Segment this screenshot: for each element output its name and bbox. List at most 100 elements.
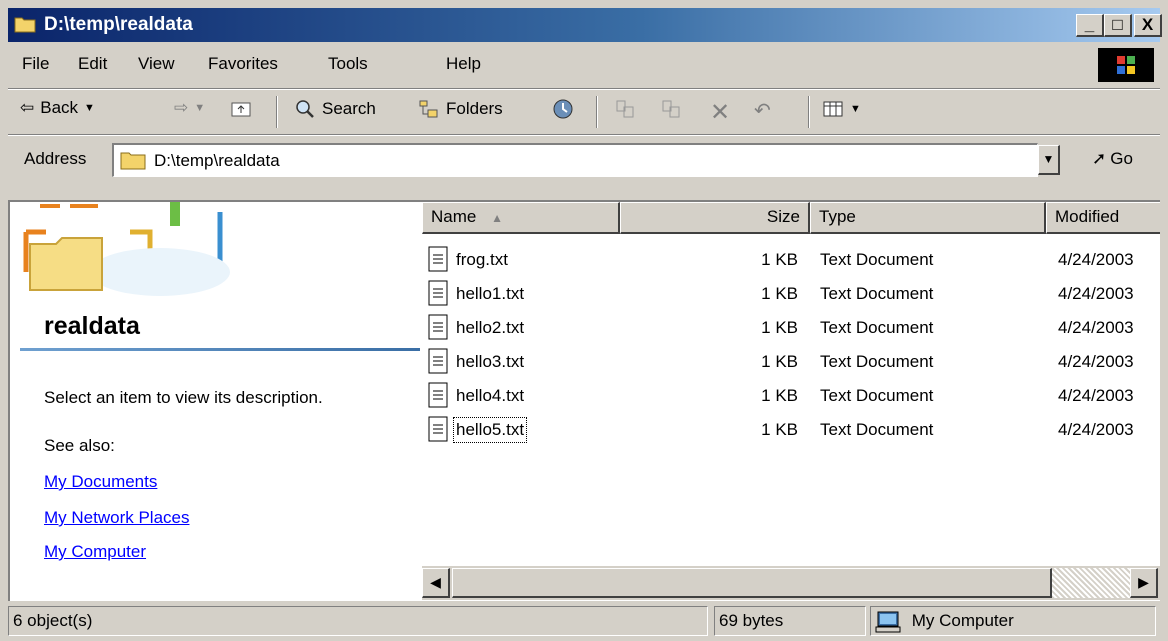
- text-file-icon: [428, 314, 448, 340]
- toolbar: ⇦ Back ▼ ⇨ ▼ Search Folders ✕ ↶ ▼: [8, 92, 1160, 132]
- menu-tools[interactable]: Tools: [328, 54, 368, 74]
- status-zone: My Computer: [870, 606, 1156, 636]
- address-input[interactable]: D:\temp\realdata: [112, 143, 1038, 177]
- file-type: Text Document: [820, 386, 934, 405]
- back-button[interactable]: ⇦ Back ▼: [20, 98, 95, 118]
- windows-flag-icon: [1117, 56, 1135, 74]
- go-arrow-icon: ➚: [1092, 149, 1107, 168]
- file-name: hello1.txt: [456, 284, 525, 303]
- views-dropdown-icon: ▼: [850, 103, 861, 115]
- file-size: 1 KB: [761, 250, 798, 269]
- toolbar-separator: [596, 96, 598, 128]
- address-label: Address: [24, 149, 87, 168]
- link-my-documents[interactable]: My Documents: [44, 472, 157, 492]
- column-header-size[interactable]: Size: [620, 202, 810, 234]
- forward-arrow-icon: ⇨: [174, 98, 189, 117]
- file-name: hello4.txt: [456, 386, 525, 405]
- move-to-icon: [616, 100, 634, 118]
- minimize-button[interactable]: _: [1076, 14, 1104, 37]
- text-file-icon: [428, 382, 448, 408]
- toolbar-separator: [808, 96, 810, 128]
- chevron-down-icon: ▼: [1042, 152, 1055, 166]
- address-bar: Address D:\temp\realdata ▼ ➚ Go: [8, 137, 1160, 181]
- text-file-icon: [428, 280, 448, 306]
- menu-help[interactable]: Help: [446, 54, 481, 74]
- history-button[interactable]: [552, 98, 574, 120]
- file-modified: 4/24/2003: [1058, 318, 1134, 337]
- file-row[interactable]: frog.txt 1 KB Text Document 4/24/2003: [422, 242, 1160, 275]
- link-my-network-places[interactable]: My Network Places: [44, 508, 189, 528]
- column-header-name[interactable]: Name ▲: [422, 202, 620, 234]
- content-area: realdata Select an item to view its desc…: [8, 200, 1160, 601]
- file-row[interactable]: hello4.txt 1 KB Text Document 4/24/2003: [422, 378, 1160, 411]
- file-row[interactable]: hello2.txt 1 KB Text Document 4/24/2003: [422, 310, 1160, 343]
- menu-file[interactable]: File: [22, 54, 49, 74]
- menu-view[interactable]: View: [138, 54, 175, 74]
- explorer-window: D:\temp\realdata _ □ X File Edit View Fa…: [0, 0, 1168, 641]
- file-type: Text Document: [820, 318, 934, 337]
- file-row[interactable]: hello1.txt 1 KB Text Document 4/24/2003: [422, 276, 1160, 309]
- file-row[interactable]: hello3.txt 1 KB Text Document 4/24/2003: [422, 344, 1160, 377]
- folder-title: realdata: [44, 312, 140, 340]
- file-size: 1 KB: [761, 318, 798, 337]
- copy-to-button[interactable]: [660, 98, 682, 120]
- file-name: frog.txt: [456, 250, 508, 269]
- delete-button[interactable]: ✕: [710, 98, 730, 127]
- scroll-right-button[interactable]: ▶: [1130, 568, 1158, 598]
- back-dropdown-icon: ▼: [84, 102, 95, 114]
- file-row[interactable]: hello5.txt 1 KB Text Document 4/24/2003: [422, 412, 1160, 445]
- maximize-button[interactable]: □: [1104, 14, 1132, 37]
- file-size: 1 KB: [761, 420, 798, 439]
- go-label: Go: [1110, 149, 1133, 168]
- file-name: hello3.txt: [456, 352, 525, 371]
- menu-bar: File Edit View Favorites Tools Help: [8, 46, 1160, 86]
- menu-separator: [8, 88, 1160, 90]
- text-file-icon: [428, 416, 448, 442]
- file-type: Text Document: [820, 284, 934, 303]
- close-button[interactable]: X: [1134, 14, 1162, 37]
- file-name: hello5.txt: [452, 417, 528, 443]
- file-size: 1 KB: [761, 284, 798, 303]
- scroll-thumb[interactable]: [452, 568, 1052, 598]
- undo-button[interactable]: ↶: [754, 98, 771, 123]
- undo-icon: ↶: [754, 100, 771, 122]
- folder-banner-graphic: [20, 202, 270, 302]
- forward-dropdown-icon: ▼: [194, 102, 206, 114]
- up-folder-icon: [231, 102, 251, 117]
- up-button[interactable]: [230, 98, 252, 120]
- computer-icon: [875, 611, 901, 633]
- search-button[interactable]: Search: [294, 98, 376, 120]
- file-modified: 4/24/2003: [1058, 352, 1134, 371]
- scroll-track[interactable]: [1052, 568, 1130, 598]
- file-list: Name ▲ Size Type Modified frog.txt 1 KB …: [422, 202, 1160, 601]
- menu-edit[interactable]: Edit: [78, 54, 107, 74]
- file-modified: 4/24/2003: [1058, 386, 1134, 405]
- copy-to-icon: [662, 100, 680, 118]
- horizontal-scrollbar[interactable]: ◀ ▶: [422, 566, 1160, 600]
- views-button[interactable]: ▼: [822, 98, 861, 120]
- arrow-right-icon: ▶: [1138, 574, 1149, 590]
- toolbar-separator-line: [8, 134, 1160, 136]
- delete-icon: ✕: [710, 99, 731, 126]
- forward-button[interactable]: ⇨ ▼: [174, 98, 205, 118]
- folders-label: Folders: [446, 99, 503, 118]
- column-header-modified[interactable]: Modified: [1046, 202, 1160, 234]
- folder-icon: [120, 152, 146, 170]
- file-type: Text Document: [820, 352, 934, 371]
- move-to-button[interactable]: [614, 98, 636, 120]
- column-header-type[interactable]: Type: [810, 202, 1046, 234]
- search-icon: [296, 100, 314, 118]
- title-bar[interactable]: D:\temp\realdata _ □ X: [8, 8, 1162, 42]
- address-dropdown-button[interactable]: ▼: [1038, 145, 1060, 175]
- link-my-computer[interactable]: My Computer: [44, 542, 146, 562]
- text-file-icon: [428, 348, 448, 374]
- file-size: 1 KB: [761, 352, 798, 371]
- menu-favorites[interactable]: Favorites: [208, 54, 278, 74]
- column-name-label: Name: [431, 207, 477, 226]
- toolbar-separator: [276, 96, 278, 128]
- folders-button[interactable]: Folders: [418, 98, 503, 120]
- description-text: Select an item to view its description.: [44, 388, 323, 407]
- file-type: Text Document: [820, 420, 934, 439]
- go-button[interactable]: ➚ Go: [1092, 149, 1133, 169]
- scroll-left-button[interactable]: ◀: [422, 568, 450, 598]
